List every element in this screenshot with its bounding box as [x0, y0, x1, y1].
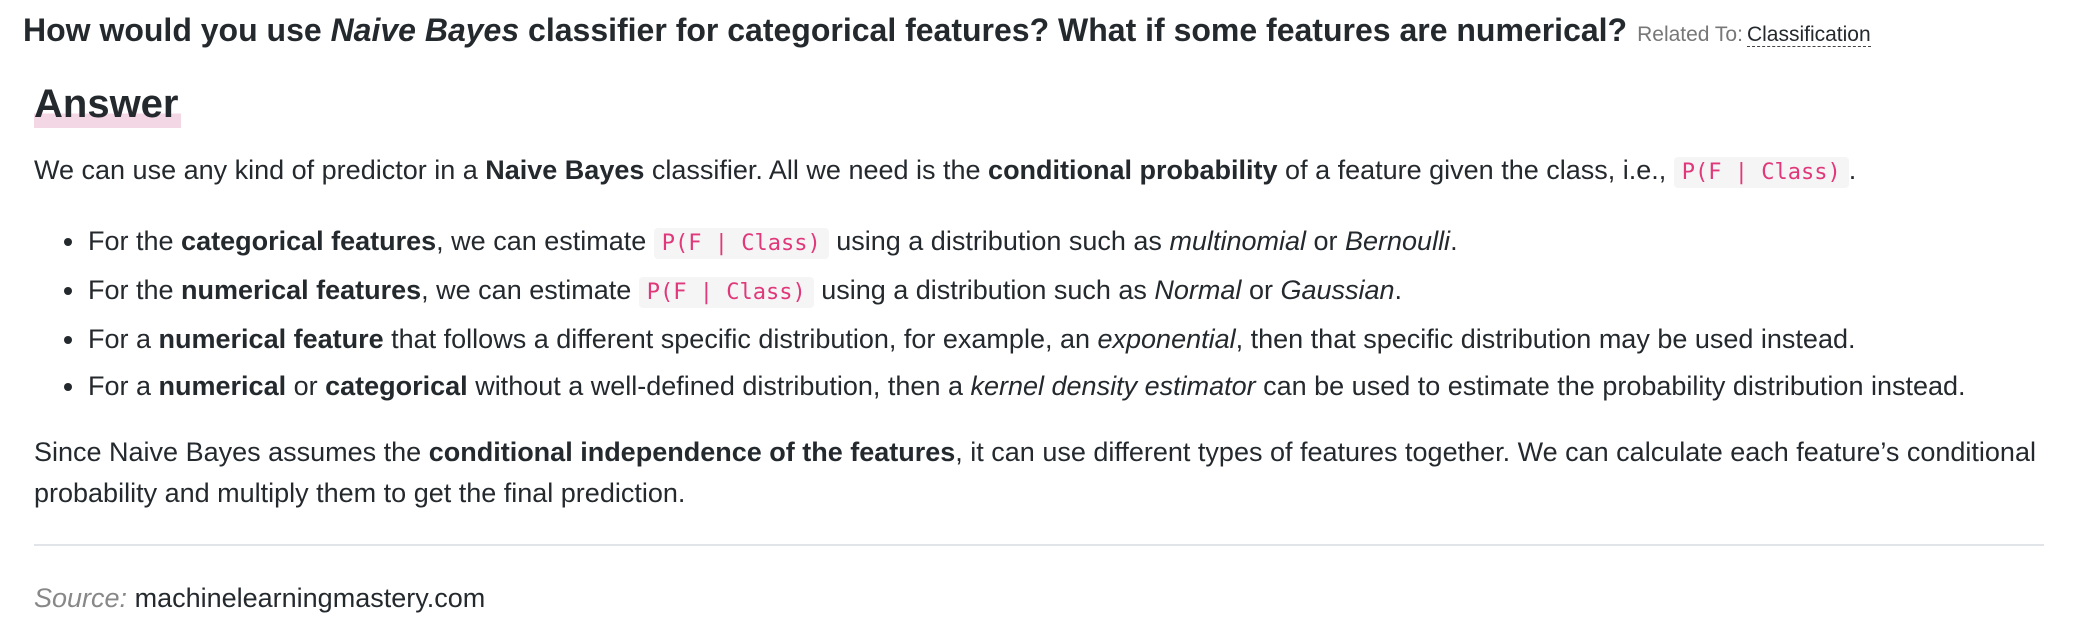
bullet-text: using a distribution such as — [813, 275, 1155, 305]
answer-heading: Answer — [34, 80, 181, 128]
bullet-code: P(F | Class) — [653, 228, 829, 259]
closing-bold: conditional independence of the features — [428, 437, 956, 467]
bullet-text: , then that specific distribution may be… — [1235, 324, 1856, 354]
bullet-text: . — [1450, 226, 1458, 256]
bullet-text: or — [1241, 275, 1281, 305]
closing-text-1: Since Naive Bayes assumes the — [34, 437, 429, 467]
divider — [34, 544, 2044, 546]
bullet-text: or — [286, 371, 326, 401]
bullet-text: For the — [88, 226, 182, 256]
source-label: Source: — [34, 583, 128, 613]
bullet-italic: Normal — [1154, 275, 1242, 305]
source-line: Source: machinelearningmastery.com — [34, 578, 485, 618]
bullet-text: or — [1305, 226, 1345, 256]
closing-paragraph: Since Naive Bayes assumes the conditiona… — [34, 432, 2044, 514]
bullet-text: For a — [88, 371, 159, 401]
intro-bold-1: Naive Bayes — [485, 155, 645, 185]
bullet-bold: numerical features — [181, 275, 422, 305]
bullet-code: P(F | Class) — [638, 277, 814, 308]
source-link[interactable]: machinelearningmastery.com — [135, 583, 486, 613]
intro-code: P(F | Class) — [1673, 157, 1849, 188]
intro-bold-2: conditional probability — [988, 155, 1278, 185]
bullet-italic: kernel density estimator — [970, 371, 1256, 401]
bullet-italic: exponential — [1097, 324, 1236, 354]
list-item: For the numerical features, we can estim… — [64, 267, 1966, 316]
bullet-text: can be used to estimate the probability … — [1255, 371, 1966, 401]
intro-text-1: We can use any kind of predictor in a — [34, 155, 486, 185]
related-topic-link[interactable]: Classification — [1746, 23, 1871, 47]
bullet-italic: Gaussian — [1280, 275, 1395, 305]
question-prefix: How would you use — [23, 12, 331, 48]
bullet-text: For a — [88, 324, 159, 354]
list-item: For the categorical features, we can est… — [64, 218, 1966, 267]
intro-text-4: . — [1848, 155, 1857, 185]
intro-paragraph: We can use any kind of predictor in a Na… — [34, 150, 1856, 193]
bullet-bold: categorical — [325, 371, 468, 401]
bullet-text: using a distribution such as — [828, 226, 1170, 256]
question-title: How would you use Naive Bayes classifier… — [23, 10, 1871, 55]
question-emphasis: Naive Bayes — [330, 12, 520, 48]
list-item: For a numerical or categorical without a… — [64, 363, 1966, 410]
bullet-text: without a well-defined distribution, the… — [467, 371, 971, 401]
bullet-text: , we can estimate — [421, 275, 639, 305]
related-to-label: Related To: — [1637, 23, 1743, 46]
bullet-bold: numerical — [158, 371, 287, 401]
bullet-text: . — [1394, 275, 1403, 305]
answer-bullet-list: For the categorical features, we can est… — [34, 218, 1966, 410]
question-suffix: classifier for categorical features? Wha… — [519, 12, 1628, 48]
bullet-italic: Bernoulli — [1345, 226, 1451, 256]
intro-text-3: of a feature given the class, i.e., — [1277, 155, 1674, 185]
bullet-text: For the — [88, 275, 182, 305]
bullet-text: that follows a different specific distri… — [383, 324, 1098, 354]
bullet-bold: categorical features — [181, 226, 437, 256]
intro-text-2: classifier. All we need is the — [644, 155, 989, 185]
list-item: For a numerical feature that follows a d… — [64, 316, 1966, 363]
bullet-bold: numerical feature — [158, 324, 384, 354]
bullet-italic: multinomial — [1169, 226, 1306, 256]
bullet-text: , we can estimate — [436, 226, 654, 256]
